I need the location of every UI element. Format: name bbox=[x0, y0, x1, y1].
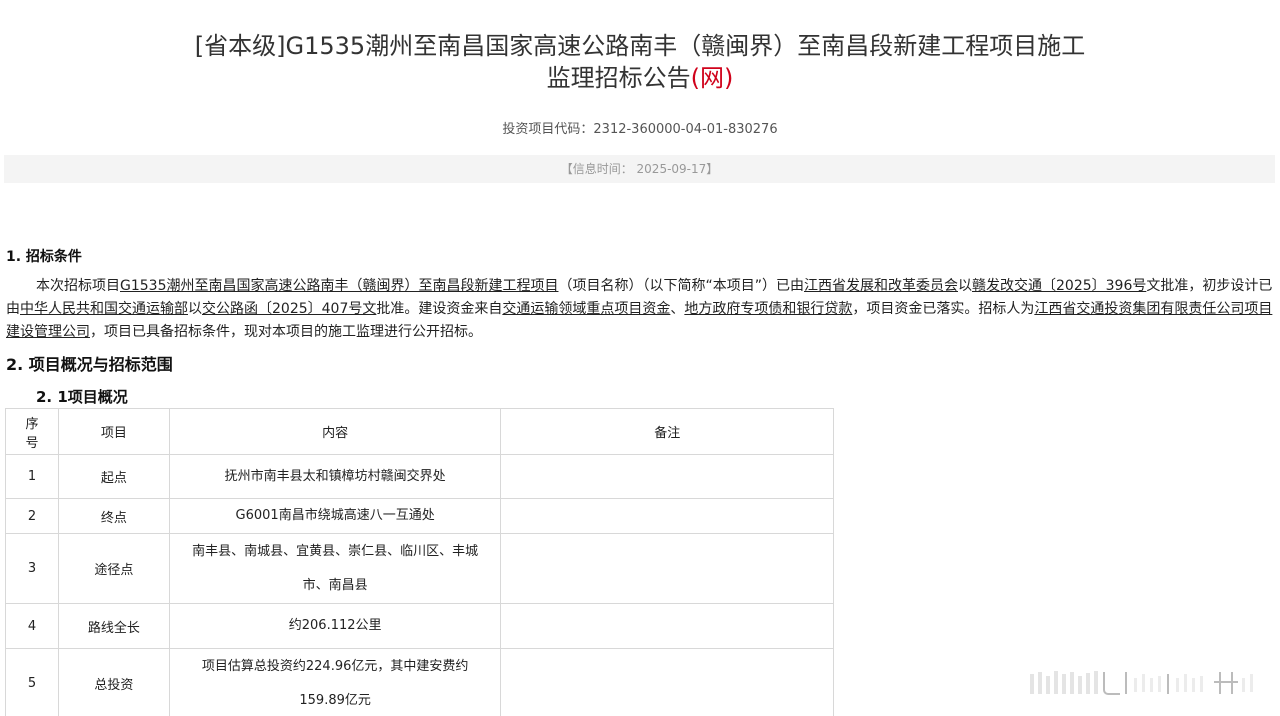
underlined-term: 中华人民共和国交通运输部 bbox=[20, 301, 188, 317]
cell-item: 起点 bbox=[57, 454, 170, 499]
paragraph-text: （项目名称）（以下简称“本项目”）已由 bbox=[558, 278, 804, 294]
cell-note bbox=[500, 648, 834, 716]
paragraph-text: ，项目已具备招标条件，现对本项目的施工监理进行公开招标。 bbox=[90, 324, 482, 340]
paragraph-text: 本次招标项目 bbox=[36, 278, 120, 294]
cell-content: G6001南昌市绕城高速八一互通处 bbox=[168, 498, 502, 534]
cell-note bbox=[500, 454, 834, 499]
cell-note bbox=[500, 533, 834, 604]
project-code: 投资项目代码：2312-360000-04-01-830276 bbox=[502, 122, 778, 137]
cell-no: 5 bbox=[5, 648, 59, 716]
header-content: 内容 bbox=[168, 408, 502, 455]
cell-content: 项目估算总投资约224.96亿元，其中建安费约159.89亿元 bbox=[168, 648, 502, 716]
title-suffix: (网) bbox=[690, 64, 734, 92]
underlined-term: G1535潮州至南昌国家高速公路南丰（赣闽界）至南昌段新建工程项目 bbox=[120, 278, 559, 294]
project-overview-table: 序号 项目 内容 备注 1 起点 抚州市南丰县太和镇樟坊村赣闽交界处 2 终点 … bbox=[5, 408, 834, 716]
cell-item: 途径点 bbox=[57, 533, 170, 604]
underlined-term: 赣发改交通〔2025〕396号 bbox=[972, 278, 1147, 294]
section-1-heading: 1. 招标条件 bbox=[6, 249, 82, 265]
watermark-icon bbox=[1030, 671, 1253, 695]
section-2-heading: 2. 项目概况与招标范围 bbox=[6, 355, 173, 374]
underlined-term: 江西省发展和改革委员会 bbox=[804, 278, 958, 294]
title-line-2: 监理招标公告(网) bbox=[0, 62, 1280, 94]
underlined-term: 交公路函〔2025〕407号文 bbox=[202, 301, 377, 317]
cell-content: 南丰县、南城县、宜黄县、崇仁县、临川区、丰城市、南昌县 bbox=[168, 533, 502, 604]
paragraph-text: 批准。建设资金来自 bbox=[376, 301, 503, 317]
cell-no: 3 bbox=[5, 533, 59, 604]
table-row: 5 总投资 项目估算总投资约224.96亿元，其中建安费约159.89亿元 bbox=[5, 648, 834, 716]
cell-no: 2 bbox=[5, 498, 59, 534]
underlined-term: 地方政府专项债和银行贷款 bbox=[684, 301, 853, 317]
notice-title: [省本级]G1535潮州至南昌国家高速公路南丰（赣闽界）至南昌段新建工程项目施工… bbox=[0, 30, 1280, 94]
table-row: 2 终点 G6001南昌市绕城高速八一互通处 bbox=[5, 498, 834, 534]
paragraph-text: 、 bbox=[670, 301, 685, 317]
info-time-bar: 【信息时间： 2025-09-17】 bbox=[4, 155, 1275, 183]
table-header-row: 序号 项目 内容 备注 bbox=[5, 408, 834, 455]
underlined-term: 交通运输领域重点项目资金 bbox=[502, 301, 671, 317]
cell-item: 路线全长 bbox=[57, 603, 170, 649]
cell-content: 约206.112公里 bbox=[168, 603, 502, 649]
title-line-1: [省本级]G1535潮州至南昌国家高速公路南丰（赣闽界）至南昌段新建工程项目施工 bbox=[194, 32, 1086, 60]
section-2-1-heading: 2. 1项目概况 bbox=[36, 388, 128, 406]
cell-content: 抚州市南丰县太和镇樟坊村赣闽交界处 bbox=[168, 454, 502, 499]
cell-no: 1 bbox=[5, 454, 59, 499]
table-row: 4 路线全长 约206.112公里 bbox=[5, 603, 834, 649]
cell-no: 4 bbox=[5, 603, 59, 649]
cell-note bbox=[500, 603, 834, 649]
cell-item: 终点 bbox=[57, 498, 170, 534]
header-no: 序号 bbox=[5, 408, 59, 455]
table-row: 1 起点 抚州市南丰县太和镇樟坊村赣闽交界处 bbox=[5, 454, 834, 499]
header-item: 项目 bbox=[57, 408, 170, 455]
paragraph-text: 以 bbox=[958, 278, 972, 294]
title-line-2-main: 监理招标公告 bbox=[546, 64, 691, 92]
info-time: 【信息时间： 2025-09-17】 bbox=[560, 162, 719, 176]
paragraph-text: 以 bbox=[188, 301, 202, 317]
header-note: 备注 bbox=[500, 408, 834, 455]
bidding-conditions-paragraph: 本次招标项目G1535潮州至南昌国家高速公路南丰（赣闽界）至南昌段新建工程项目（… bbox=[6, 275, 1276, 344]
cell-item: 总投资 bbox=[57, 648, 170, 716]
table-row: 3 途径点 南丰县、南城县、宜黄县、崇仁县、临川区、丰城市、南昌县 bbox=[5, 533, 834, 604]
cell-note bbox=[500, 498, 834, 534]
paragraph-text: ，项目资金已落实。招标人为 bbox=[852, 301, 1035, 317]
